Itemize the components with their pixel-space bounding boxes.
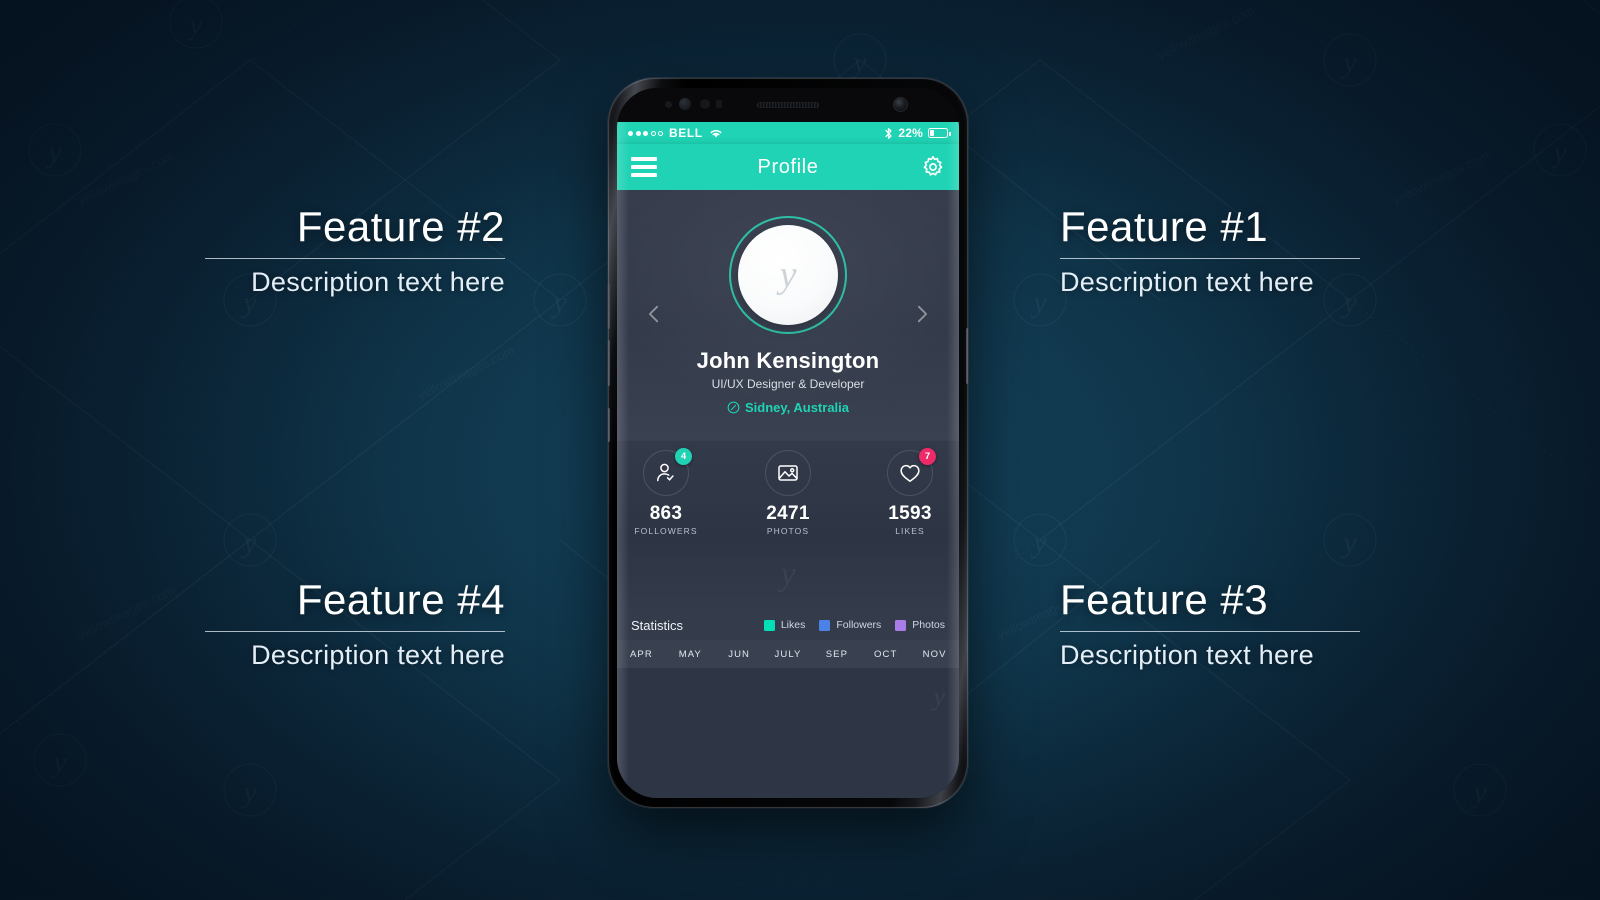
bluetooth-icon <box>885 127 892 139</box>
stat-value: 2471 <box>766 502 810 524</box>
statistics-header: Statistics Likes Followers Photos <box>617 610 959 640</box>
month-tab[interactable]: SEP <box>812 649 861 660</box>
stats-row: 4 863 FOLLOWERS 2471 PHOTOS 7 1593 LIKES <box>617 440 959 540</box>
month-tab[interactable]: JUN <box>715 649 764 660</box>
feature-divider <box>205 631 505 633</box>
chevron-right-icon[interactable] <box>911 303 933 325</box>
volume-down-button[interactable] <box>607 340 610 386</box>
status-badge: 4 <box>675 447 692 465</box>
feature-divider <box>205 258 505 260</box>
phone-mockup: BELL 22% Profile y John Kensington UI/UX… <box>607 78 969 808</box>
feature-callout-1: Feature #1 Description text here <box>1060 203 1360 298</box>
user-check-icon <box>657 463 674 481</box>
hamburger-menu-icon[interactable] <box>631 157 657 177</box>
profile-name: John Kensington <box>696 348 880 373</box>
feature-description: Description text here <box>251 640 505 671</box>
month-tab[interactable]: APR <box>617 649 666 660</box>
content-spacer: y <box>617 540 959 610</box>
carrier-label: BELL <box>669 126 703 140</box>
sensor-icon <box>665 101 672 108</box>
phone-screen-glass: BELL 22% Profile y John Kensington UI/UX… <box>617 88 959 798</box>
chevron-left-icon[interactable] <box>643 303 665 325</box>
stat-icon-circle: 4 <box>643 447 692 496</box>
feature-title: Feature #1 <box>1060 203 1269 250</box>
legend-label: Followers <box>836 619 882 631</box>
stat-photos[interactable]: 2471 PHOTOS <box>745 449 831 536</box>
location-pin-icon <box>727 401 740 414</box>
feature-description: Description text here <box>1060 267 1314 298</box>
battery-fill <box>930 130 934 136</box>
avatar-watermark: y <box>779 254 797 296</box>
stat-likes[interactable]: 7 1593 LIKES <box>867 447 953 536</box>
status-badge: 7 <box>919 447 936 465</box>
stat-label: FOLLOWERS <box>634 525 698 536</box>
stat-label: LIKES <box>895 525 925 536</box>
legend-item-likes[interactable]: Likes <box>763 619 806 631</box>
profile-role: UI/UX Designer & Developer <box>711 377 865 391</box>
feature-callout-3: Feature #3 Description text here <box>1060 576 1360 671</box>
month-tab[interactable]: NOV <box>910 649 959 660</box>
iris-scanner-icon <box>679 98 691 110</box>
feature-divider <box>1060 258 1360 260</box>
feature-callout-2: Feature #2 Description text here <box>205 203 505 298</box>
signal-strength-icon <box>628 130 663 136</box>
battery-percent-label: 22% <box>898 126 923 140</box>
feature-description: Description text here <box>1060 640 1314 671</box>
front-camera-icon <box>894 98 907 111</box>
proximity-sensor-icon <box>700 99 710 109</box>
chart-month-axis: APR MAY JUN JULY SEP OCT NOV <box>617 640 959 668</box>
feature-title: Feature #2 <box>296 203 505 250</box>
stat-value: 863 <box>649 502 683 524</box>
wifi-icon <box>710 129 722 138</box>
phone-screen: BELL 22% Profile y John Kensington UI/UX… <box>617 122 959 798</box>
legend-swatch <box>819 619 831 631</box>
feature-title: Feature #3 <box>1060 576 1269 623</box>
earpiece-speaker-icon <box>757 102 819 108</box>
stat-followers[interactable]: 4 863 FOLLOWERS <box>623 447 709 536</box>
profile-location: Sidney, Australia <box>727 400 849 415</box>
legend-item-photos[interactable]: Photos <box>895 619 945 631</box>
feature-description: Description text here <box>251 267 505 298</box>
status-bar: BELL 22% <box>617 122 959 144</box>
stat-icon-circle: 7 <box>887 447 936 496</box>
app-header: Profile <box>617 144 959 190</box>
feature-title: Feature #4 <box>296 576 505 623</box>
phone-top-bezel <box>617 88 959 122</box>
stat-value: 1593 <box>888 502 932 524</box>
month-tab[interactable]: MAY <box>666 649 715 660</box>
led-indicator-icon <box>716 100 722 108</box>
volume-up-button[interactable] <box>607 283 610 329</box>
stat-label: PHOTOS <box>766 525 810 536</box>
screen-watermark: y <box>780 556 796 593</box>
profile-location-label: Sidney, Australia <box>744 400 850 415</box>
legend-swatch <box>763 619 775 631</box>
statistics-title: Statistics <box>631 617 684 633</box>
profile-section: y John Kensington UI/UX Designer & Devel… <box>617 190 959 440</box>
heart-icon <box>900 464 920 482</box>
power-button[interactable] <box>966 328 969 384</box>
page-title: Profile <box>757 155 819 178</box>
photo-icon <box>778 464 798 481</box>
legend-label: Photos <box>912 619 945 631</box>
stat-icon-circle <box>765 449 811 496</box>
month-tab[interactable]: OCT <box>861 649 910 660</box>
legend-item-followers[interactable]: Followers <box>819 619 881 631</box>
feature-divider <box>1060 631 1360 633</box>
legend-label: Likes <box>780 619 806 631</box>
feature-callout-4: Feature #4 Description text here <box>205 576 505 671</box>
screen-watermark: y <box>933 682 945 711</box>
legend-swatch <box>895 619 907 631</box>
avatar-ring[interactable]: y <box>729 216 847 334</box>
assistant-button[interactable] <box>607 408 610 442</box>
avatar[interactable]: y <box>738 225 838 325</box>
gear-icon[interactable] <box>921 155 945 179</box>
battery-icon <box>928 128 951 138</box>
chart-legend: Likes Followers Photos <box>763 619 945 631</box>
month-tab[interactable]: JULY <box>764 649 813 660</box>
